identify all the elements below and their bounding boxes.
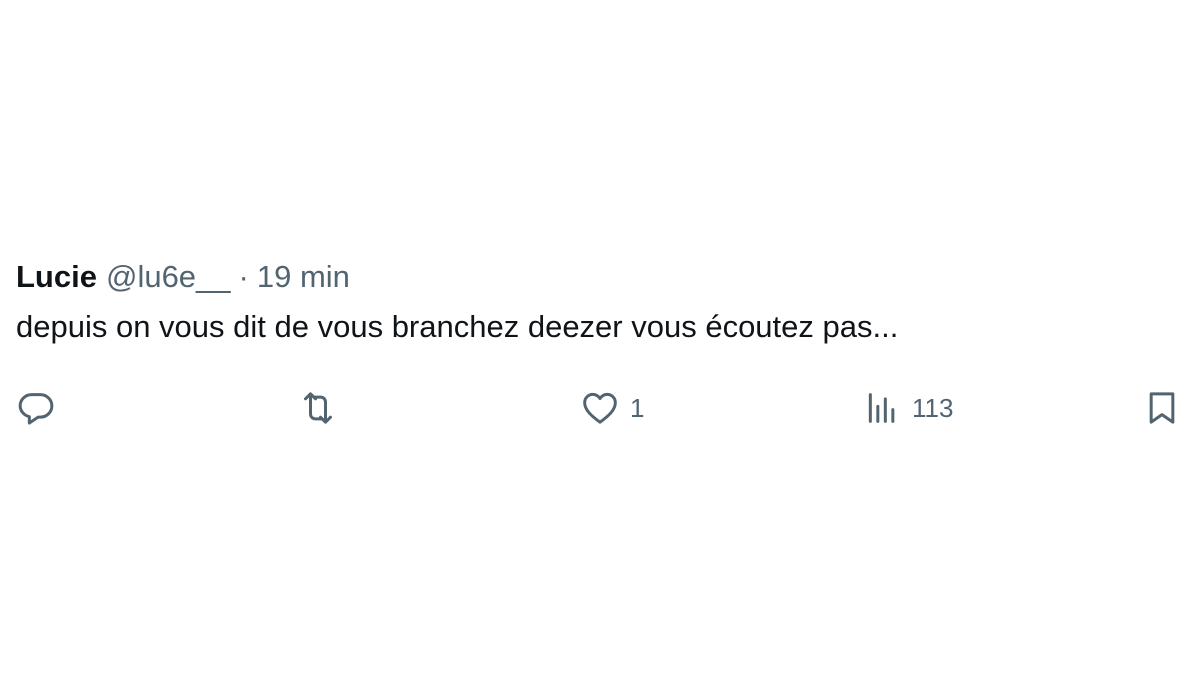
retweet-icon (298, 388, 338, 428)
views-count: 113 (912, 392, 954, 423)
like-button[interactable]: 1 (580, 380, 644, 436)
reply-icon (16, 388, 56, 428)
display-name[interactable]: Lucie (16, 250, 97, 304)
tweet-text: depuis on vous dit de vous branchez deez… (16, 309, 899, 344)
reply-button[interactable] (16, 380, 56, 436)
action-bar: 1 113 (16, 380, 1184, 436)
timestamp[interactable]: 19 min (257, 250, 350, 304)
user-handle[interactable]: @lu6e__ (106, 250, 231, 304)
retweet-button[interactable] (298, 380, 338, 436)
tweet[interactable]: Lucie @lu6e__ · 19 min depuis on vous di… (16, 250, 1184, 425)
separator-dot: · (238, 259, 249, 294)
heart-icon (580, 388, 620, 428)
views-bar-chart-icon (862, 388, 902, 428)
views-button[interactable]: 113 (862, 380, 953, 436)
bookmark-icon (1142, 388, 1182, 428)
tweet-header: Lucie @lu6e__ · 19 min (16, 250, 1184, 304)
like-count: 1 (630, 392, 645, 423)
bookmark-button[interactable] (1142, 380, 1182, 436)
